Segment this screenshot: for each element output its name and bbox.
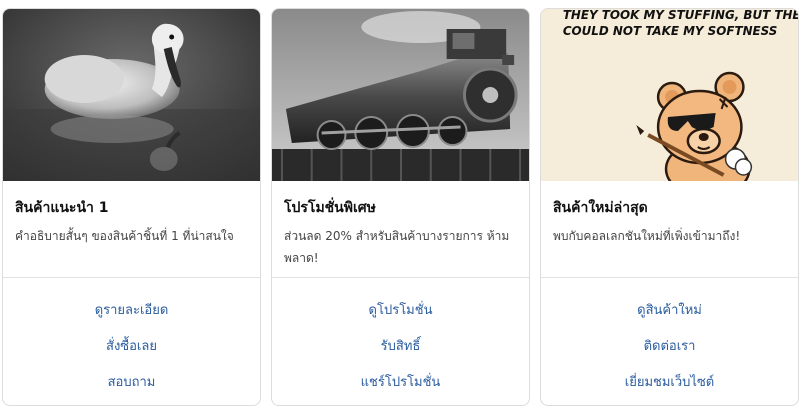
teddy-bear-image: THEY TOOK MY STUFFING, BUT THEY COULD NO… <box>541 9 798 181</box>
card-actions: ดูโปรโมชั่น รับสิทธิ์ แชร์โปรโมชั่น <box>272 277 529 405</box>
image-caption-line2: COULD NOT TAKE MY SOFTNESS <box>563 24 778 38</box>
share-promotion-link[interactable]: แชร์โปรโมชั่น <box>272 371 529 392</box>
duckling-image <box>3 9 260 181</box>
view-new-products-link[interactable]: ดูสินค้าใหม่ <box>541 299 798 320</box>
card-body: สินค้าใหม่ล่าสุด พบกับคอลเลกชันใหม่ที่เพ… <box>541 181 798 277</box>
product-card-new-arrival: THEY TOOK MY STUFFING, BUT THEY COULD NO… <box>540 8 799 406</box>
card-body: โปรโมชั่นพิเศษ ส่วนลด 20% สำหรับสินค้าบา… <box>272 181 529 277</box>
card-description: ส่วนลด 20% สำหรับสินค้าบางรายการ ห้ามพลา… <box>284 229 510 265</box>
card-actions: ดูสินค้าใหม่ ติดต่อเรา เยี่ยมชมเว็บไซต์ <box>541 277 798 405</box>
card-grid: สินค้าแนะนำ 1 คำอธิบายสั้นๆ ของสินค้าชิ้… <box>0 0 802 410</box>
card-description: พบกับคอลเลกชันใหม่ที่เพิ่งเข้ามาถึง! <box>553 229 741 243</box>
card-description: คำอธิบายสั้นๆ ของสินค้าชิ้นที่ 1 ที่น่าส… <box>15 229 234 243</box>
product-card-promotion: โปรโมชั่นพิเศษ ส่วนลด 20% สำหรับสินค้าบา… <box>271 8 530 406</box>
card-title: สินค้าใหม่ล่าสุด <box>553 200 648 216</box>
image-caption-line1: THEY TOOK MY STUFFING, BUT THEY <box>563 9 798 22</box>
locomotive-image <box>272 9 529 181</box>
product-card-featured: สินค้าแนะนำ 1 คำอธิบายสั้นๆ ของสินค้าชิ้… <box>2 8 261 406</box>
card-image-locomotive <box>272 9 529 181</box>
card-actions: ดูรายละเอียด สั่งซื้อเลย สอบถาม <box>3 277 260 405</box>
claim-offer-link[interactable]: รับสิทธิ์ <box>272 335 529 356</box>
inquire-link[interactable]: สอบถาม <box>3 371 260 392</box>
card-title: สินค้าแนะนำ 1 <box>15 200 109 216</box>
card-image-duckling <box>3 9 260 181</box>
contact-us-link[interactable]: ติดต่อเรา <box>541 335 798 356</box>
card-title: โปรโมชั่นพิเศษ <box>284 200 376 216</box>
order-now-link[interactable]: สั่งซื้อเลย <box>3 335 260 356</box>
card-body: สินค้าแนะนำ 1 คำอธิบายสั้นๆ ของสินค้าชิ้… <box>3 181 260 277</box>
visit-website-link[interactable]: เยี่ยมชมเว็บไซต์ <box>541 371 798 392</box>
card-image-teddy-bear: THEY TOOK MY STUFFING, BUT THEY COULD NO… <box>541 9 798 181</box>
view-promotion-link[interactable]: ดูโปรโมชั่น <box>272 299 529 320</box>
view-details-link[interactable]: ดูรายละเอียด <box>3 299 260 320</box>
